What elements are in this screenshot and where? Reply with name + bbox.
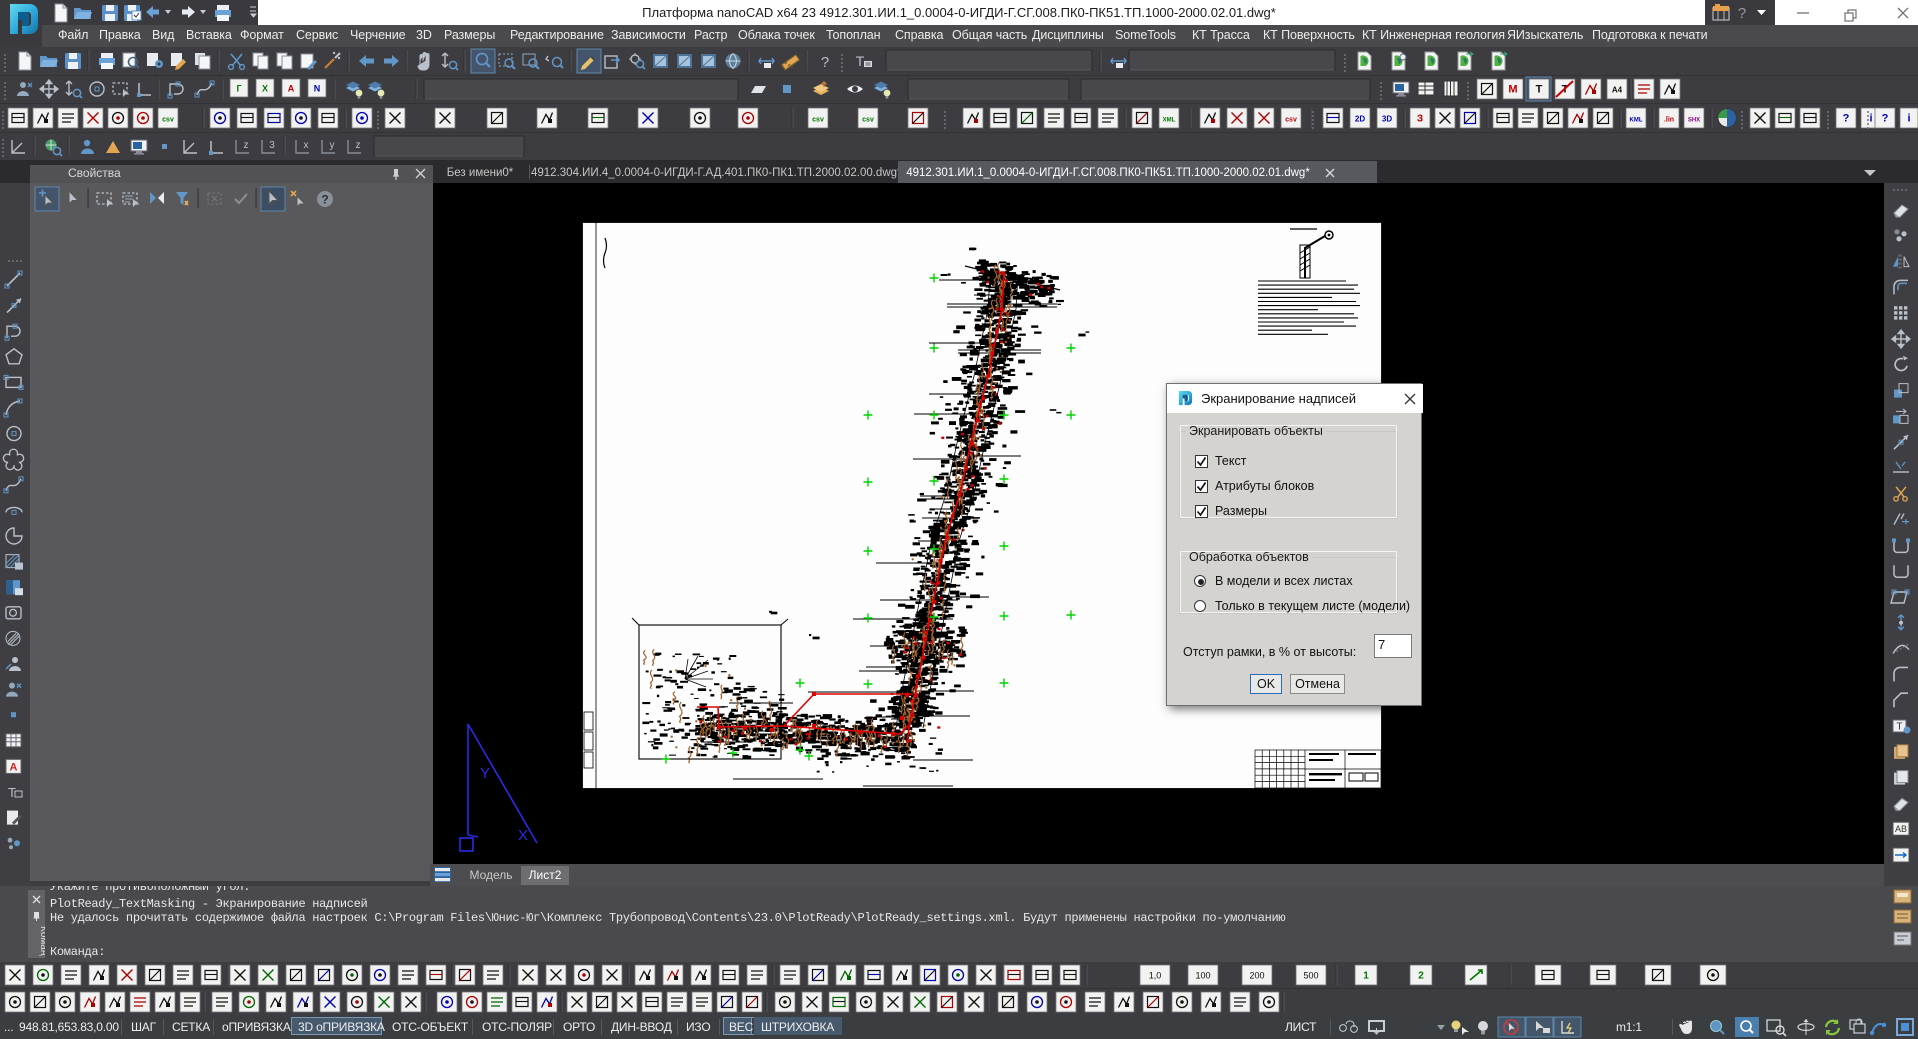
- svg-text:i: i: [1869, 113, 1872, 125]
- svg-text:3D: 3D: [1382, 115, 1392, 124]
- svg-text:?: ?: [1882, 113, 1889, 125]
- svg-text:2D: 2D: [1355, 115, 1365, 124]
- svg-text:З: З: [1417, 114, 1423, 125]
- svg-text:X: X: [262, 84, 268, 94]
- svg-text:z: z: [244, 140, 249, 151]
- svg-text:SHX: SHX: [1688, 118, 1700, 124]
- svg-text:?: ?: [321, 193, 328, 207]
- svg-text:M: M: [1508, 84, 1517, 96]
- svg-text:100: 100: [1195, 971, 1210, 981]
- svg-text:200: 200: [1249, 971, 1264, 981]
- svg-text:X: X: [518, 827, 528, 844]
- svg-text:1,0: 1,0: [1149, 971, 1162, 981]
- svg-text:?: ?: [821, 54, 829, 71]
- svg-text:csv: csv: [862, 117, 874, 124]
- svg-text:KML: KML: [1630, 118, 1643, 124]
- svg-text:T: T: [1536, 84, 1543, 96]
- svg-text:i: i: [1907, 113, 1910, 125]
- svg-text:?: ?: [1738, 5, 1746, 22]
- svg-text:A4: A4: [1612, 86, 1623, 95]
- svg-text:N: N: [314, 84, 321, 94]
- svg-text:csv: csv: [162, 117, 174, 124]
- svg-text:500: 500: [1303, 971, 1318, 981]
- svg-text:T: T: [856, 53, 865, 69]
- svg-text:y: y: [330, 140, 335, 151]
- svg-text:?: ?: [1843, 113, 1850, 125]
- svg-text:1: 1: [1363, 971, 1369, 982]
- svg-text:XML: XML: [1163, 118, 1176, 124]
- svg-text:3: 3: [269, 140, 275, 151]
- svg-text:Y: Y: [480, 765, 490, 782]
- svg-text:T: T: [1896, 722, 1902, 733]
- svg-text:.lin: .lin: [1664, 117, 1674, 124]
- svg-text:csv: csv: [1285, 117, 1297, 124]
- svg-text:csv: csv: [812, 117, 824, 124]
- svg-text:Г: Г: [236, 84, 241, 94]
- svg-text:2: 2: [1418, 971, 1424, 982]
- svg-text:Команда: Команда: [38, 926, 45, 956]
- svg-text:x: x: [304, 140, 309, 151]
- svg-text:AB: AB: [1895, 824, 1907, 834]
- svg-text:A: A: [10, 761, 18, 773]
- svg-text:z: z: [356, 140, 361, 151]
- svg-text:A: A: [288, 84, 295, 94]
